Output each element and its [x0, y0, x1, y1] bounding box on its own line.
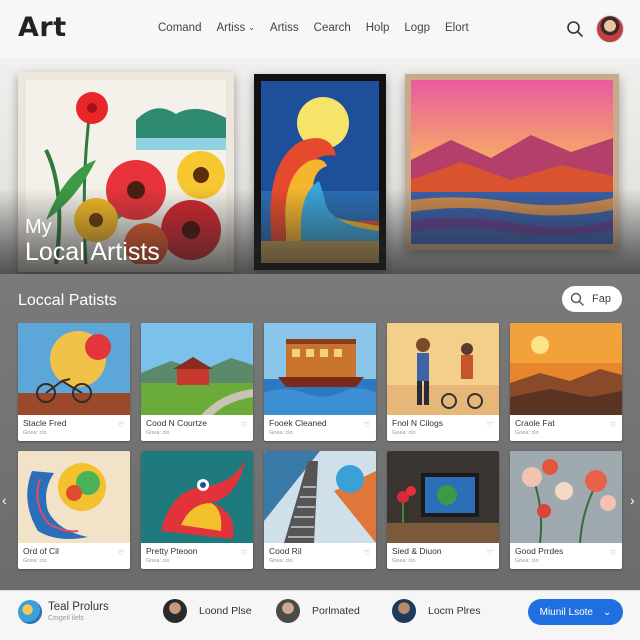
heart-icon[interactable]: ♡ — [364, 421, 370, 429]
artwork-thumbnail-boat — [264, 323, 376, 415]
chevron-down-icon: ⌄ — [602, 606, 612, 618]
artwork-grid: Stacle Fred Gnea: clo ♡ Cood N Courtze Gnea… — [18, 323, 622, 569]
chevron-right-icon[interactable]: › — [630, 492, 635, 508]
site-logo[interactable]: Art — [18, 12, 67, 43]
card-subtitle: Gnea: clo — [392, 430, 416, 436]
user-avatar[interactable] — [596, 15, 624, 43]
hero-title-line2: Local Artists — [25, 238, 160, 266]
heart-icon[interactable]: ♡ — [118, 421, 124, 429]
section-title: Loccal Patists — [18, 292, 117, 309]
heart-icon[interactable]: ♡ — [487, 421, 493, 429]
artwork-thumbnail-blossoms — [510, 451, 622, 543]
artist-name: Porlmated — [312, 605, 360, 617]
chevron-left-icon[interactable]: ‹ — [2, 492, 7, 508]
card-title: Fooek Cleaned — [269, 418, 327, 428]
card-subtitle: Gnea: clo — [515, 430, 539, 436]
card-title: Ord of Cil — [23, 546, 59, 556]
cta-dropdown-button[interactable]: Miunil Lsote ⌄ — [528, 599, 623, 625]
artwork-card[interactable]: Cood N Courtze Gnea: clo ♡ — [141, 323, 253, 441]
nav-item-artiss-dropdown[interactable]: Artiss ⌄ — [216, 22, 254, 34]
artwork-thumbnail-bicycle — [18, 323, 130, 415]
cta-label: Miunil Lsote — [539, 606, 593, 618]
artwork-card[interactable]: Pretty Pteoon Gnea: clo ♡ — [141, 451, 253, 569]
heart-icon[interactable]: ♡ — [241, 549, 247, 557]
nav-item-holp[interactable]: Holp — [366, 22, 390, 34]
brand-logo-icon[interactable] — [18, 600, 42, 624]
heart-icon[interactable]: ♡ — [610, 549, 616, 557]
heart-icon[interactable]: ♡ — [487, 549, 493, 557]
card-title: Stacle Fred — [23, 418, 67, 428]
heart-icon[interactable]: ♡ — [610, 421, 616, 429]
artwork-thumbnail-sunset — [510, 323, 622, 415]
card-title: Cood N Courtze — [146, 418, 207, 428]
card-subtitle: Gnea: clo — [269, 430, 293, 436]
filter-button[interactable]: Fap — [562, 286, 622, 312]
card-subtitle: Gnea: clo — [392, 558, 416, 564]
card-title: Fnol N Cilogs — [392, 418, 444, 428]
nav-item-artiss[interactable]: Artiss — [270, 22, 299, 34]
avatar — [392, 599, 416, 623]
search-icon[interactable] — [566, 20, 584, 38]
card-title: Good Prrdes — [515, 546, 564, 556]
artwork-card[interactable]: Ord of Cil Gnea: clo ♡ — [18, 451, 130, 569]
local-artists-section: Loccal Patists Fap Stacle Fred Gnea: clo… — [0, 274, 640, 590]
bottom-bar: Teal Prolurs Cmgeil ilels Loond Plse Por… — [0, 590, 640, 640]
card-title: Cood Ril — [269, 546, 302, 556]
artwork-card[interactable]: Sied & Diuon Gnea: clo ♡ — [387, 451, 499, 569]
artist-link[interactable]: Loond Plse — [163, 599, 252, 623]
artist-name: Loond Plse — [199, 605, 252, 617]
artwork-card[interactable]: Fnol N Cilogs Gnea: clo ♡ — [387, 323, 499, 441]
nav-item-cearch[interactable]: Cearch — [314, 22, 351, 34]
page: Art Comand Artiss ⌄ Artiss Cearch Holp Lo… — [0, 0, 640, 640]
avatar — [163, 599, 187, 623]
brand-subtitle: Cmgeil ilels — [48, 615, 84, 622]
artwork-card[interactable]: Fooek Cleaned Gnea: clo ♡ — [264, 323, 376, 441]
artist-name: Locm Plres — [428, 605, 481, 617]
card-subtitle: Gnea: clo — [269, 558, 293, 564]
filter-label: Fap — [592, 293, 611, 305]
hero-title-line1: My — [25, 216, 52, 238]
chevron-down-icon: ⌄ — [248, 23, 255, 32]
artist-link[interactable]: Porlmated — [276, 599, 360, 623]
artwork-thumbnail-railway — [264, 451, 376, 543]
artwork-thumbnail-phoenix — [141, 451, 253, 543]
main-nav: Comand Artiss ⌄ Artiss Cearch Holp Logp E… — [158, 22, 469, 34]
artwork-card[interactable]: Craole Fat Gnea: clo ♡ — [510, 323, 622, 441]
heart-icon[interactable]: ♡ — [241, 421, 247, 429]
heart-icon[interactable]: ♡ — [118, 549, 124, 557]
artwork-thumbnail-globe — [387, 451, 499, 543]
hero-banner: My Local Artists — [0, 58, 640, 274]
search-icon — [570, 292, 584, 306]
avatar — [276, 599, 300, 623]
nav-item-elort[interactable]: Elort — [445, 22, 469, 34]
artwork-thumbnail-house — [141, 323, 253, 415]
card-subtitle: Gnea: clo — [23, 558, 47, 564]
card-title: Sied & Diuon — [392, 546, 442, 556]
heart-icon[interactable]: ♡ — [364, 549, 370, 557]
nav-item-comand[interactable]: Comand — [158, 22, 201, 34]
card-title: Craole Fat — [515, 418, 555, 428]
card-subtitle: Gnea: clo — [146, 558, 170, 564]
artwork-card[interactable]: Stacle Fred Gnea: clo ♡ — [18, 323, 130, 441]
artwork-card[interactable]: Good Prrdes Gnea: clo ♡ — [510, 451, 622, 569]
card-subtitle: Gnea: clo — [23, 430, 47, 436]
artwork-thumbnail-peacock — [18, 451, 130, 543]
artwork-card[interactable]: Cood Ril Gnea: clo ♡ — [264, 451, 376, 569]
top-nav-bar: Art Comand Artiss ⌄ Artiss Cearch Holp Lo… — [0, 0, 640, 58]
artwork-thumbnail-couple — [387, 323, 499, 415]
brand-title: Teal Prolurs — [48, 601, 109, 613]
card-title: Pretty Pteoon — [146, 546, 198, 556]
card-subtitle: Gnea: clo — [146, 430, 170, 436]
card-subtitle: Gnea: clo — [515, 558, 539, 564]
nav-item-logp[interactable]: Logp — [404, 22, 430, 34]
nav-item-label: Artiss — [216, 22, 246, 34]
artist-link[interactable]: Locm Plres — [392, 599, 481, 623]
